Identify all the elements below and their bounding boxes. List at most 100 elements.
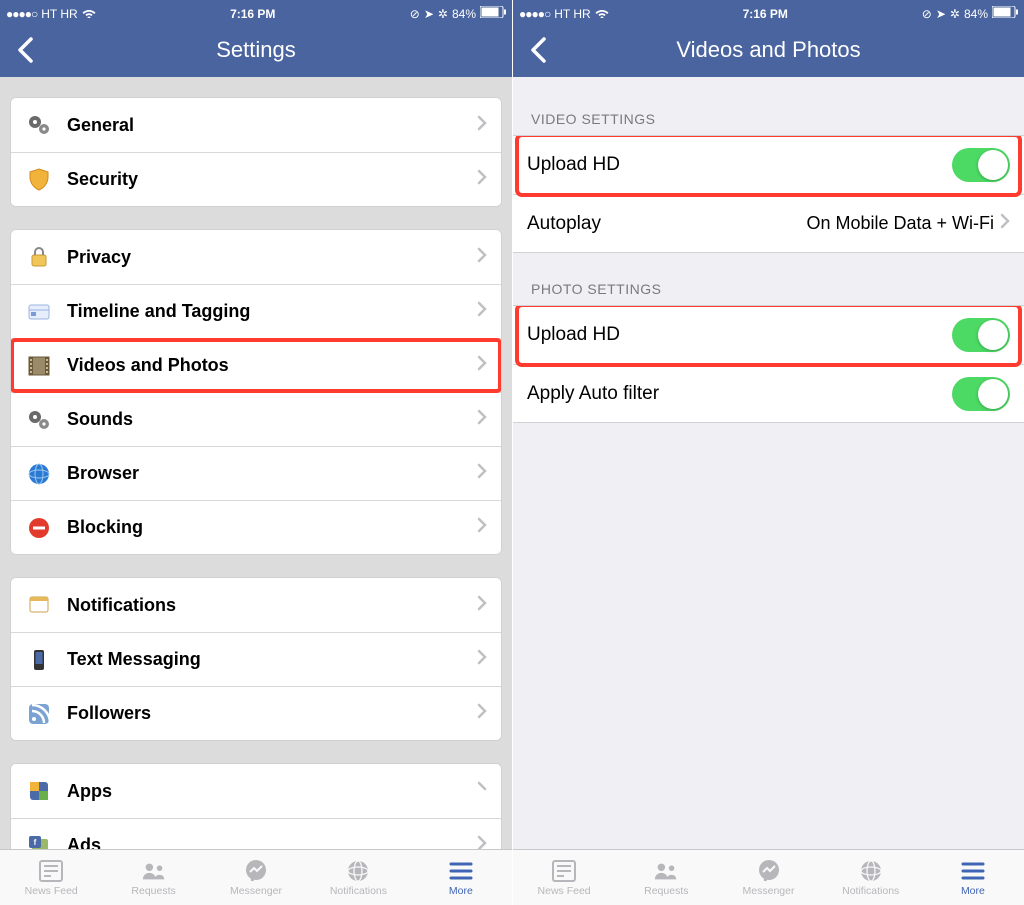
chevron-right-icon xyxy=(477,649,487,670)
film-icon xyxy=(25,352,53,380)
shield-icon xyxy=(25,166,53,194)
location-icon: ➤ xyxy=(424,7,434,21)
chevron-right-icon xyxy=(477,409,487,430)
chevron-right-icon xyxy=(477,169,487,190)
statusbar: ●●●●○ HT HR 7:16 PM ⊘ ➤ ✲ 84% xyxy=(0,0,512,22)
chevron-right-icon xyxy=(477,835,487,849)
nav-header: Settings xyxy=(0,22,512,77)
tab-label: Notifications xyxy=(330,885,387,897)
tab-requests[interactable]: Requests xyxy=(615,850,717,905)
row-label: Text Messaging xyxy=(67,649,477,670)
statusbar: ●●●●○ HT HR 7:16 PM ⊘ ➤ ✲ 84% xyxy=(513,0,1024,22)
videos-photos-settings[interactable]: VIDEO SETTINGS Upload HD Autoplay On Mob… xyxy=(513,77,1024,849)
row-auto-filter[interactable]: Apply Auto filter xyxy=(513,364,1024,422)
settings-list[interactable]: General Security Privacy Timeline and Ta… xyxy=(0,77,512,849)
settings-row-general[interactable]: General xyxy=(11,98,501,152)
settings-row-text-messaging[interactable]: Text Messaging xyxy=(11,632,501,686)
signal-dots-icon: ●●●●○ xyxy=(519,7,550,21)
left-screenshot: ●●●●○ HT HR 7:16 PM ⊘ ➤ ✲ 84% Settings xyxy=(0,0,512,905)
row-label: Notifications xyxy=(67,595,477,616)
row-label: Ads xyxy=(67,835,477,849)
tab-requests[interactable]: Requests xyxy=(102,850,204,905)
battery-icon xyxy=(480,6,506,21)
settings-row-videos-photos[interactable]: Videos and Photos xyxy=(11,338,501,392)
newsfeed-icon xyxy=(551,859,577,883)
tab-label: More xyxy=(449,885,473,897)
tab-more[interactable]: More xyxy=(410,850,512,905)
wifi-icon xyxy=(595,7,609,21)
ads-icon: f xyxy=(25,832,53,850)
newsfeed-icon xyxy=(38,859,64,883)
photo-settings-group: Upload HD Apply Auto filter xyxy=(513,305,1024,423)
tab-label: Notifications xyxy=(842,885,899,897)
video-settings-group: Upload HD Autoplay On Mobile Data + Wi-F… xyxy=(513,135,1024,253)
bluetooth-icon: ✲ xyxy=(950,7,960,21)
tab-newsfeed[interactable]: News Feed xyxy=(0,850,102,905)
row-label: Blocking xyxy=(67,517,477,538)
battery-icon xyxy=(992,6,1018,21)
settings-row-notifications[interactable]: Notifications xyxy=(11,578,501,632)
row-label: Apply Auto filter xyxy=(527,383,952,405)
signal-dots-icon: ●●●●○ xyxy=(6,7,37,21)
messenger-icon xyxy=(243,859,269,883)
toggle-photo-upload-hd[interactable] xyxy=(952,318,1010,352)
requests-icon xyxy=(141,859,167,883)
row-label: Upload HD xyxy=(527,324,952,346)
settings-row-ads[interactable]: f Ads xyxy=(11,818,501,849)
messenger-icon xyxy=(756,859,782,883)
toggle-auto-filter[interactable] xyxy=(952,377,1010,411)
row-label: Sounds xyxy=(67,409,477,430)
chevron-right-icon xyxy=(477,463,487,484)
row-label: Followers xyxy=(67,703,477,724)
gears-icon xyxy=(25,406,53,434)
settings-row-followers[interactable]: Followers xyxy=(11,686,501,740)
row-label: Apps xyxy=(67,781,477,802)
hamburger-icon xyxy=(448,859,474,883)
settings-group: Apps f Ads xyxy=(10,763,502,849)
tab-messenger[interactable]: Messenger xyxy=(205,850,307,905)
chevron-left-icon xyxy=(17,37,33,63)
globe-icon xyxy=(858,859,884,883)
settings-row-apps[interactable]: Apps xyxy=(11,764,501,818)
toggle-video-upload-hd[interactable] xyxy=(952,148,1010,182)
chevron-right-icon xyxy=(477,301,487,322)
chevron-left-icon xyxy=(530,37,546,63)
tab-messenger[interactable]: Messenger xyxy=(717,850,819,905)
section-header-photo: PHOTO SETTINGS xyxy=(513,253,1024,305)
nav-header: Videos and Photos xyxy=(513,22,1024,77)
row-label: Privacy xyxy=(67,247,477,268)
settings-row-blocking[interactable]: Blocking xyxy=(11,500,501,554)
settings-row-privacy[interactable]: Privacy xyxy=(11,230,501,284)
autoplay-value: On Mobile Data + Wi-Fi xyxy=(806,213,994,234)
chevron-right-icon xyxy=(477,703,487,724)
row-label: Security xyxy=(67,169,477,190)
tab-label: Messenger xyxy=(743,885,795,897)
globe-icon xyxy=(25,460,53,488)
settings-row-browser[interactable]: Browser xyxy=(11,446,501,500)
back-button[interactable] xyxy=(12,37,38,63)
tab-bar: News Feed Requests Messenger Notificatio… xyxy=(0,849,512,905)
settings-row-timeline[interactable]: Timeline and Tagging xyxy=(11,284,501,338)
back-button[interactable] xyxy=(525,37,551,63)
settings-group: Privacy Timeline and Tagging Videos and … xyxy=(10,229,502,555)
gears-icon xyxy=(25,111,53,139)
tab-more[interactable]: More xyxy=(922,850,1024,905)
wifi-icon xyxy=(82,7,96,21)
row-video-upload-hd[interactable]: Upload HD xyxy=(513,136,1024,194)
tab-notifications[interactable]: Notifications xyxy=(820,850,922,905)
tab-label: Requests xyxy=(644,885,688,897)
apps-icon xyxy=(25,777,53,805)
row-label: Browser xyxy=(67,463,477,484)
tab-label: Messenger xyxy=(230,885,282,897)
row-photo-upload-hd[interactable]: Upload HD xyxy=(513,306,1024,364)
row-autoplay[interactable]: Autoplay On Mobile Data + Wi-Fi xyxy=(513,194,1024,252)
tab-notifications[interactable]: Notifications xyxy=(307,850,409,905)
settings-row-sounds[interactable]: Sounds xyxy=(11,392,501,446)
requests-icon xyxy=(653,859,679,883)
chevron-right-icon xyxy=(477,595,487,616)
tab-newsfeed[interactable]: News Feed xyxy=(513,850,615,905)
page-title: Settings xyxy=(216,37,296,63)
settings-row-security[interactable]: Security xyxy=(11,152,501,206)
globe-icon xyxy=(345,859,371,883)
location-icon: ➤ xyxy=(936,7,946,21)
